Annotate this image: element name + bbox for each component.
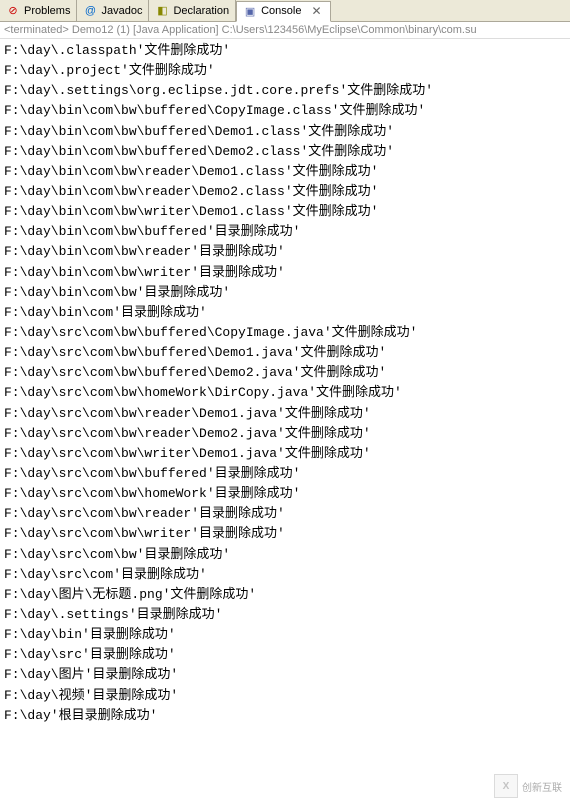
console-line: F:\day\bin\com\bw'目录删除成功' [4, 283, 566, 303]
console-line: F:\day\src\com\bw\reader'目录删除成功' [4, 504, 566, 524]
tab-problems[interactable]: ⊘ Problems [0, 0, 77, 21]
console-line: F:\day\src\com\bw\homeWork'目录删除成功' [4, 484, 566, 504]
status-line: <terminated> Demo12 (1) [Java Applicatio… [0, 22, 570, 39]
declaration-icon: ◧ [155, 4, 169, 18]
console-line: F:\day\src'目录删除成功' [4, 645, 566, 665]
console-line: F:\day\视频'目录删除成功' [4, 686, 566, 706]
watermark-logo: X [494, 774, 518, 798]
close-icon[interactable]: ✕ [309, 4, 323, 18]
tab-label: Javadoc [101, 5, 142, 17]
console-line: F:\day\bin\com\bw\reader\Demo2.class'文件删… [4, 182, 566, 202]
watermark-text: 创新互联 [522, 779, 562, 794]
console-line: F:\day\.settings\org.eclipse.jdt.core.pr… [4, 81, 566, 101]
console-line: F:\day\bin'目录删除成功' [4, 625, 566, 645]
console-line: F:\day\.project'文件删除成功' [4, 61, 566, 81]
console-line: F:\day\.classpath'文件删除成功' [4, 41, 566, 61]
tabs-bar: ⊘ Problems @ Javadoc ◧ Declaration ▣ Console ✕ [0, 0, 570, 22]
console-line: F:\day\src\com\bw\buffered\CopyImage.jav… [4, 323, 566, 343]
console-line: F:\day\bin\com\bw\reader'目录删除成功' [4, 242, 566, 262]
tab-console[interactable]: ▣ Console ✕ [236, 1, 330, 22]
console-line: F:\day\src\com\bw\homeWork\DirCopy.java'… [4, 383, 566, 403]
console-line: F:\day\bin\com\bw\buffered\CopyImage.cla… [4, 101, 566, 121]
console-line: F:\day\bin\com\bw\buffered\Demo1.class'文… [4, 122, 566, 142]
console-line: F:\day\.settings'目录删除成功' [4, 605, 566, 625]
tab-javadoc[interactable]: @ Javadoc [77, 0, 149, 21]
console-line: F:\day\src\com\bw\buffered\Demo2.java'文件… [4, 363, 566, 383]
console-line: F:\day\src\com\bw\reader\Demo1.java'文件删除… [4, 404, 566, 424]
console-line: F:\day\src\com\bw\writer'目录删除成功' [4, 524, 566, 544]
tab-declaration[interactable]: ◧ Declaration [149, 0, 236, 21]
console-line: F:\day'根目录删除成功' [4, 706, 566, 726]
tab-label: Problems [24, 5, 70, 17]
console-icon: ▣ [243, 4, 257, 18]
tab-label: Declaration [173, 5, 229, 17]
console-line: F:\day\src\com\bw\buffered'目录删除成功' [4, 464, 566, 484]
console-line: F:\day\bin\com'目录删除成功' [4, 303, 566, 323]
console-output: F:\day\.classpath'文件删除成功'F:\day\.project… [0, 39, 570, 728]
console-line: F:\day\bin\com\bw\buffered'目录删除成功' [4, 222, 566, 242]
console-line: F:\day\src\com\bw\writer\Demo1.java'文件删除… [4, 444, 566, 464]
console-line: F:\day\bin\com\bw\reader\Demo1.class'文件删… [4, 162, 566, 182]
console-line: F:\day\src\com\bw\buffered\Demo1.java'文件… [4, 343, 566, 363]
console-line: F:\day\src\com\bw'目录删除成功' [4, 545, 566, 565]
console-line: F:\day\图片'目录删除成功' [4, 665, 566, 685]
console-line: F:\day\src\com'目录删除成功' [4, 565, 566, 585]
watermark: X 创新互联 [494, 774, 562, 798]
console-line: F:\day\bin\com\bw\writer'目录删除成功' [4, 263, 566, 283]
console-line: F:\day\bin\com\bw\buffered\Demo2.class'文… [4, 142, 566, 162]
problems-icon: ⊘ [6, 4, 20, 18]
console-line: F:\day\图片\无标题.png'文件删除成功' [4, 585, 566, 605]
tab-label: Console [261, 5, 301, 17]
javadoc-icon: @ [83, 4, 97, 18]
console-line: F:\day\src\com\bw\reader\Demo2.java'文件删除… [4, 424, 566, 444]
console-line: F:\day\bin\com\bw\writer\Demo1.class'文件删… [4, 202, 566, 222]
